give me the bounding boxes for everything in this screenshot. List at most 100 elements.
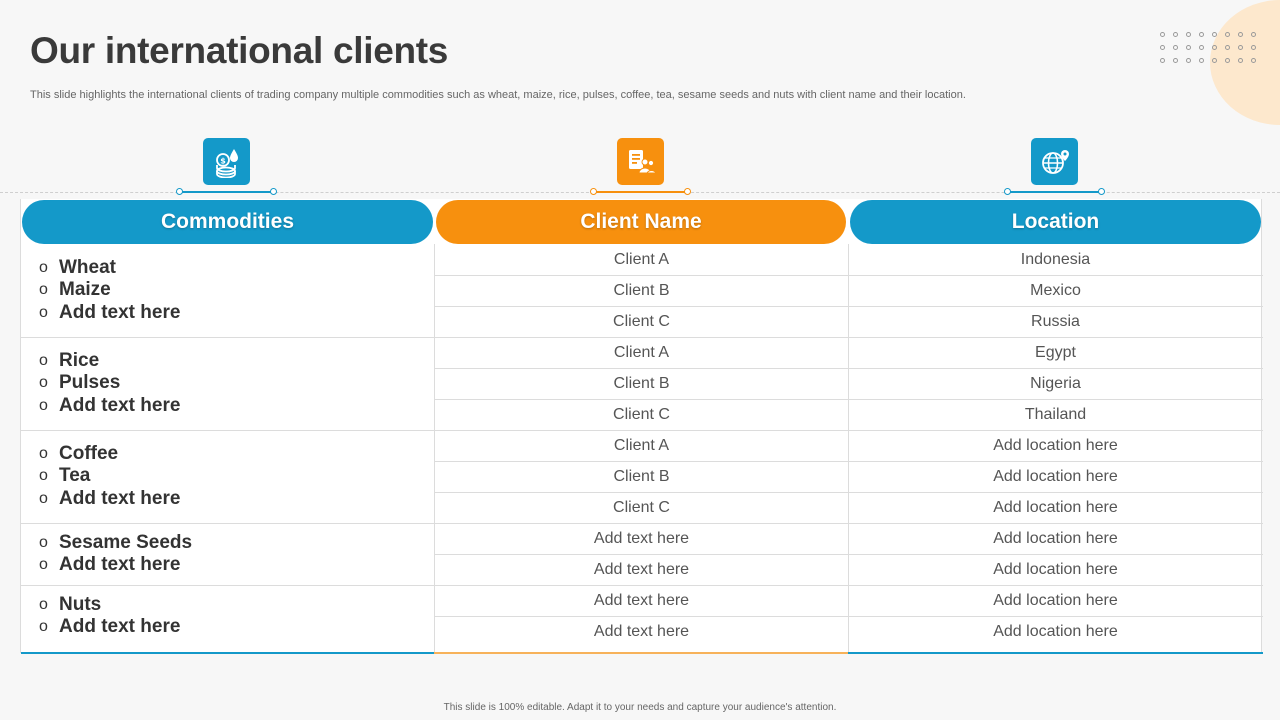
commodity-item: o Add text here [39, 302, 434, 325]
commodity-group: o Wheat o Maize o Add text here [21, 244, 434, 337]
bullet-icon: o [39, 618, 48, 635]
decorative-dot [1238, 58, 1243, 63]
decorative-dot [1251, 32, 1256, 37]
bullet-icon: o [39, 303, 48, 321]
commodity-label: Add text here [59, 616, 181, 637]
client-name-cell: Client C [613, 498, 670, 516]
commodity-group: o Rice o Pulses o Add text here [21, 337, 434, 430]
globe-location-icon [1031, 138, 1078, 185]
location-cell: Add location here [993, 591, 1118, 609]
connector-client-name [590, 188, 691, 196]
svg-text:$: $ [220, 156, 226, 165]
commodity-item: o Add text here [39, 554, 434, 577]
header-location: Location [850, 200, 1261, 244]
decorative-dots [1160, 32, 1257, 64]
client-name-cell: Add text here [593, 560, 690, 578]
group-divider [21, 523, 434, 524]
commodity-label: Maize [59, 279, 111, 301]
decorative-dot [1186, 32, 1191, 37]
decorative-dot [1160, 32, 1165, 37]
client-name-cell: Client A [613, 436, 670, 454]
group-divider [21, 430, 434, 431]
decorative-dot [1160, 58, 1165, 63]
decorative-dot [1199, 32, 1204, 37]
row-divider [434, 430, 1263, 431]
commodity-item: o Add text here [39, 616, 434, 639]
group-divider [21, 337, 434, 338]
decorative-dot [1225, 32, 1230, 37]
location-cell: Add location here [993, 560, 1118, 578]
client-name-cell: Client A [613, 250, 670, 268]
bottom-accent-line [434, 652, 848, 654]
row-divider [434, 616, 1263, 617]
commodity-group: o Sesame Seeds o Add text here [21, 523, 434, 585]
location-cell: Add location here [993, 498, 1118, 516]
row-divider [434, 368, 1263, 369]
client-name-cell: Add text here [593, 591, 690, 609]
commodity-label: Add text here [59, 394, 181, 416]
connector-location [1004, 188, 1105, 196]
decorative-dot [1160, 45, 1165, 50]
page-subtitle: This slide highlights the international … [30, 89, 966, 101]
decorative-circle [1210, 0, 1280, 130]
location-cell: Thailand [1024, 405, 1087, 423]
bullet-icon: o [39, 489, 48, 507]
location-cell: Indonesia [1020, 250, 1091, 268]
decorative-dot [1173, 32, 1178, 37]
row-divider [434, 275, 1263, 276]
location-cell: Mexico [1030, 281, 1081, 299]
commodity-label: Wheat [59, 256, 116, 278]
location-cell: Egypt [1035, 343, 1076, 361]
client-name-cell: Client A [613, 343, 670, 361]
client-document-people-icon [617, 138, 664, 185]
commodity-item: o Rice [39, 350, 434, 373]
commodity-item: o Sesame Seeds [39, 532, 434, 555]
commodity-item: o Add text here [39, 488, 434, 511]
decorative-dot [1173, 58, 1178, 63]
commodity-label: Pulses [59, 372, 121, 394]
location-cell: Nigeria [1030, 374, 1081, 392]
header-client-name: Client Name [436, 200, 846, 244]
commodity-item: o Add text here [39, 395, 434, 418]
location-cell: Russia [1031, 312, 1080, 330]
location-cell: Add location here [993, 436, 1118, 454]
decorative-dot [1186, 58, 1191, 63]
location-cell: Add location here [993, 529, 1118, 547]
client-name-cell: Add text here [593, 622, 690, 640]
row-divider [434, 554, 1263, 555]
commodity-item: o Pulses [39, 372, 434, 395]
commodity-label: Nuts [59, 593, 102, 615]
decorative-dot [1173, 45, 1178, 50]
bullet-icon: o [39, 374, 48, 392]
bullet-icon: o [39, 258, 48, 276]
group-divider [21, 585, 434, 586]
commodity-label: Rice [59, 349, 100, 371]
commodity-item: o Wheat [39, 257, 434, 280]
decorative-dot [1199, 58, 1204, 63]
bullet-icon: o [39, 281, 48, 299]
page-title: Our international clients [30, 30, 449, 71]
decorative-dot [1238, 32, 1243, 37]
footer-note: This slide is 100% editable. Adapt it to… [443, 702, 837, 713]
commodity-label: Add text here [59, 487, 181, 509]
commodity-label: Sesame Seeds [59, 531, 193, 553]
decorative-dot [1251, 45, 1256, 50]
row-divider [434, 399, 1263, 400]
client-name-cell: Client B [613, 281, 670, 299]
decorative-dot [1212, 58, 1217, 63]
row-divider [434, 306, 1263, 307]
bullet-icon: o [39, 595, 48, 613]
commodity-group: o Coffee o Tea o Add text here [21, 430, 434, 523]
client-name-cell: Client B [613, 467, 670, 485]
location-cell: Add location here [993, 622, 1118, 640]
bullet-icon: o [39, 351, 48, 369]
row-divider [434, 337, 1263, 338]
header-commodities: Commodities [22, 200, 433, 244]
location-cell: Add location here [993, 467, 1118, 485]
bullet-icon: o [39, 467, 48, 485]
commodity-label: Tea [59, 465, 91, 487]
bottom-accent-line [21, 652, 434, 654]
row-divider [434, 585, 1263, 586]
bullet-icon: o [39, 396, 48, 414]
decorative-dot [1186, 45, 1191, 50]
